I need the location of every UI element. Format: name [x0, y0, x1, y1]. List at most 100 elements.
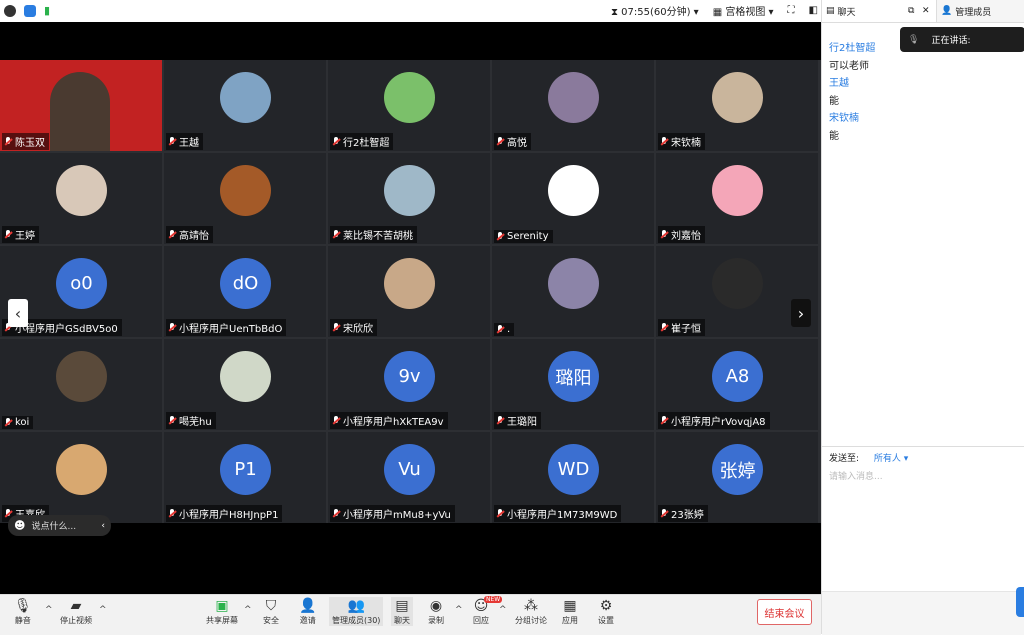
info-icon[interactable] [4, 4, 16, 17]
say-something-input[interactable]: 说点什么... [31, 519, 76, 532]
close-icon[interactable]: ✕ [922, 6, 936, 16]
end-meeting-button[interactable]: 结束会议 [757, 599, 812, 625]
participant-tile[interactable]: . [492, 246, 654, 337]
participant-tile[interactable]: 喝芜hu [164, 339, 326, 430]
participant-tile[interactable]: 高悦 [492, 60, 654, 151]
avatar [712, 72, 763, 123]
muted-mic-icon [4, 229, 12, 240]
tab-members-label: 管理成员 [955, 7, 992, 18]
record-label: 录制 [428, 616, 444, 625]
prev-page-button[interactable]: ‹ [8, 299, 28, 327]
participant-tile[interactable]: Vu 小程序用户mMu8+yVu [328, 432, 490, 523]
sidebar-toggle-icon[interactable]: ◧ [809, 5, 818, 16]
add-user-icon: 👤 [299, 598, 317, 614]
next-page-button[interactable]: › [791, 299, 811, 327]
participant-name: koi [15, 417, 30, 428]
avatar [548, 72, 599, 123]
participant-tile[interactable]: 高靖怡 [164, 153, 326, 244]
avatar [384, 72, 435, 123]
participant-tile[interactable]: 9v 小程序用户hXkTEA9v [328, 339, 490, 430]
participant-name: 王婷 [15, 231, 35, 242]
collapse-icon[interactable]: ‹ [101, 521, 105, 531]
participant-tile[interactable]: Serenity [492, 153, 654, 244]
members-icon: 👥 [347, 598, 365, 614]
stop-video-button[interactable]: ▰ 停止视频 [60, 597, 92, 626]
breakout-icon: ⁂ [524, 598, 538, 614]
security-button[interactable]: ⛉ 安全 [263, 597, 279, 626]
manage-label: 管理成员(30) [332, 616, 381, 625]
chat-sender[interactable]: 行2杜智超 [829, 40, 875, 58]
participant-name-tag: 小程序用户UenTbBdO [166, 319, 287, 336]
participant-tile[interactable]: 行2杜智超 [328, 60, 490, 151]
participant-tile[interactable]: 宋欣欣 [328, 246, 490, 337]
participant-tile[interactable]: 莱比锡不苦胡桃 [328, 153, 490, 244]
share-screen-button[interactable]: ▣ 共享屏幕 [206, 597, 238, 626]
security-label: 安全 [263, 616, 279, 625]
apps-button[interactable]: ▦ 应用 [562, 597, 578, 626]
breakout-button[interactable]: ⁂ 分组讨论 [515, 597, 547, 626]
floating-tab[interactable] [1016, 587, 1024, 617]
chat-button[interactable]: ▤ 聊天 [391, 597, 413, 626]
participant-tile[interactable]: P1 小程序用户H8HJnpP1 [164, 432, 326, 523]
chat-label: 聊天 [394, 616, 410, 625]
tab-chat[interactable]: ▤ 聊天 [822, 5, 908, 18]
send-target-dropdown[interactable]: 所有人 ▾ [874, 454, 908, 464]
participant-name: . [507, 324, 511, 335]
participant-name: 小程序用户rVovqjA8 [671, 417, 766, 428]
participant-tile[interactable]: 宋钦楠 [656, 60, 818, 151]
avatar [220, 351, 271, 402]
participant-tile[interactable]: 王婷 [0, 153, 162, 244]
participant-name-tag: . [494, 323, 515, 336]
participant-name-tag: 高悦 [494, 133, 531, 150]
participant-name-tag: 宋欣欣 [330, 319, 377, 336]
avatar [712, 165, 763, 216]
chat-messages: 行2杜智超 可以老师 王越能宋钦楠能 [829, 40, 875, 145]
chat-sender[interactable]: 王越 [829, 75, 875, 93]
shield-icon[interactable] [24, 4, 36, 17]
participant-name-tag: 宋钦楠 [658, 133, 705, 150]
view-switch[interactable]: ▦ 宫格视图 ▾ [713, 3, 774, 18]
chat-sender[interactable]: 宋钦楠 [829, 110, 875, 128]
participant-name-tag: 刘嘉怡 [658, 226, 705, 243]
participant-name-tag: 小程序用户H8HJnpP1 [166, 505, 283, 522]
participant-name: 小程序用户1M73M9WD [507, 510, 618, 521]
participant-tile[interactable]: 王越 [164, 60, 326, 151]
speaking-label: 正在讲话: [931, 36, 971, 46]
emoji-icon[interactable]: ☻ [14, 519, 25, 532]
participant-tile[interactable]: 王嘉欣 [0, 432, 162, 523]
avatar-initials: WD [548, 444, 599, 495]
participant-tile[interactable]: 刘嘉怡 [656, 153, 818, 244]
participant-tile[interactable]: 陈玉双 [0, 60, 162, 151]
audio-options-icon[interactable]: ^ [45, 605, 53, 615]
participant-tile[interactable]: koi [0, 339, 162, 430]
record-button[interactable]: ◉ 录制 [428, 597, 444, 626]
reaction-bar[interactable]: ☻ 说点什么... ‹ [8, 515, 111, 536]
chat-icon: ▤ [395, 598, 409, 614]
participant-tile[interactable]: A8 小程序用户rVovqjA8 [656, 339, 818, 430]
participant-name-tag: 崔子恒 [658, 319, 705, 336]
participant-name: 小程序用户UenTbBdO [179, 324, 283, 335]
manage-members-button[interactable]: 👥 管理成员(30) [329, 597, 384, 626]
participant-tile[interactable]: 璐阳 王璐阳 [492, 339, 654, 430]
fullscreen-icon[interactable]: ⛶ [788, 5, 795, 16]
popout-icon[interactable]: ⧉ [908, 6, 922, 16]
invite-button[interactable]: 👤 邀请 [299, 597, 316, 626]
meeting-toolbar: 🎙 静音 ^ ▰ 停止视频 ^ ▣ 共享屏幕 ^ ⛉ 安全 👤 邀请 👥 管理成… [0, 594, 821, 635]
participant-tile[interactable]: dO 小程序用户UenTbBdO [164, 246, 326, 337]
muted-mic-icon [332, 322, 340, 333]
share-options-icon[interactable]: ^ [244, 605, 252, 615]
record-options-icon[interactable]: ^ [455, 605, 463, 615]
react-options-icon[interactable]: ^ [499, 605, 507, 615]
participant-name: 喝芜hu [179, 417, 212, 428]
mute-button[interactable]: 🎙 静音 [14, 597, 32, 626]
microphone-icon: 🎙 [14, 598, 32, 614]
video-options-icon[interactable]: ^ [99, 605, 107, 615]
message-input[interactable]: 请输入消息... [829, 469, 883, 482]
avatar [56, 165, 107, 216]
signal-icon[interactable]: ▮ [44, 4, 50, 17]
tab-members[interactable]: 👤 管理成员 [936, 0, 1024, 22]
settings-button[interactable]: ⚙ 设置 [598, 597, 614, 626]
participant-tile[interactable]: 张婷 23张婷 [656, 432, 818, 523]
avatar [220, 72, 271, 123]
participant-tile[interactable]: WD 小程序用户1M73M9WD [492, 432, 654, 523]
